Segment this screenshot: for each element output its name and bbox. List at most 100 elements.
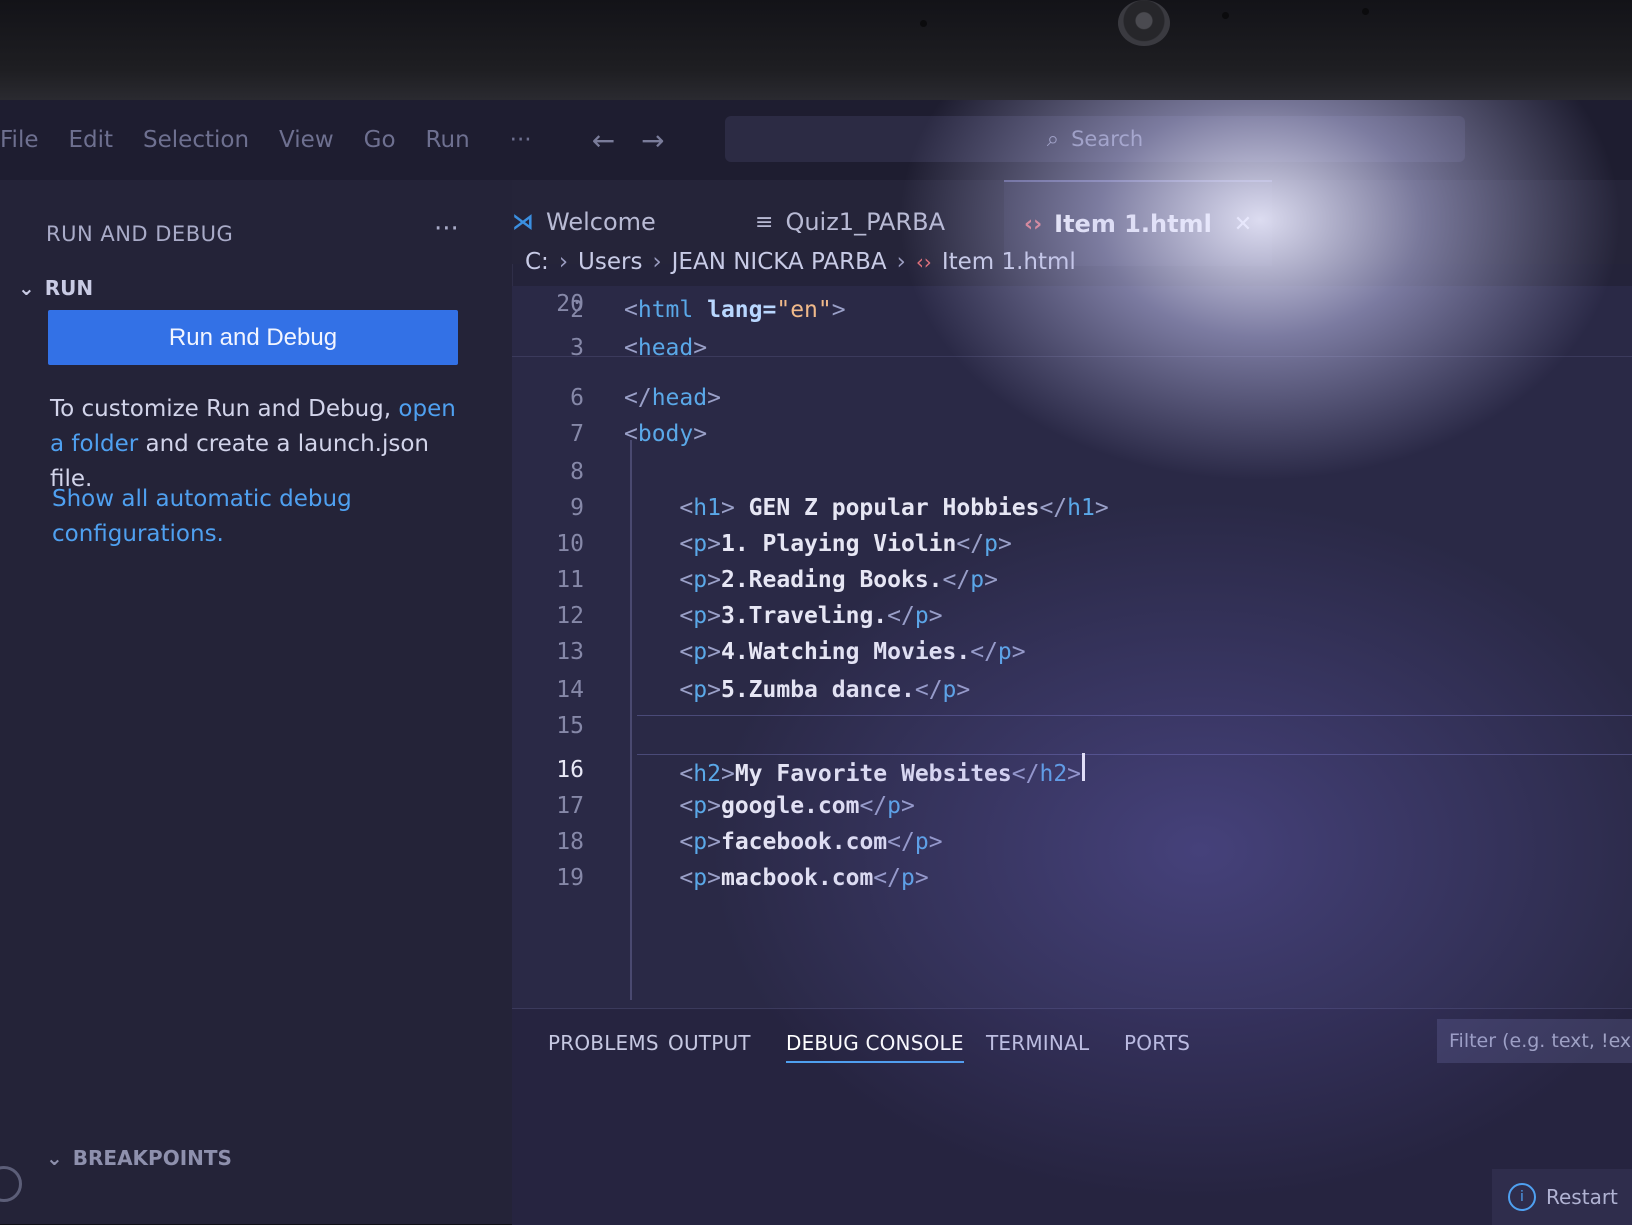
tag-bracket: > bbox=[928, 829, 943, 855]
tag-bracket: > bbox=[707, 677, 721, 703]
code-line[interactable]: 3 <head> bbox=[512, 330, 707, 366]
code-line[interactable]: 19 <p>macbook.com</p> bbox=[512, 860, 928, 896]
run-section-header[interactable]: ⌄ RUN bbox=[18, 276, 93, 300]
back-arrow-icon[interactable]: ← bbox=[592, 124, 615, 157]
tag-name: p bbox=[693, 567, 708, 593]
line-number: 20 bbox=[556, 291, 584, 317]
tag-bracket: > bbox=[720, 761, 735, 787]
forward-arrow-icon[interactable]: → bbox=[641, 124, 664, 157]
tag-bracket: </ bbox=[873, 865, 901, 891]
tag-bracket: > bbox=[956, 677, 971, 703]
code-line[interactable]: 10 <p>1. Playing Violin</p> bbox=[512, 526, 1012, 562]
tag-bracket: </ bbox=[624, 385, 652, 411]
menu-more-icon[interactable]: ··· bbox=[510, 127, 532, 153]
code-line[interactable]: 15 bbox=[512, 708, 624, 744]
tag-bracket: </ bbox=[859, 793, 888, 819]
text-file-icon: ≡ bbox=[755, 209, 774, 235]
debug-console-filter-input[interactable]: Filter (e.g. text, !ex bbox=[1437, 1019, 1632, 1063]
sidebar-more-icon[interactable]: ··· bbox=[434, 214, 459, 244]
breadcrumb-user-folder[interactable]: JEAN NICKA PARBA bbox=[672, 249, 887, 275]
menu-view[interactable]: View bbox=[279, 127, 334, 153]
breadcrumb-users[interactable]: Users bbox=[578, 249, 642, 275]
tag-bracket: </ bbox=[914, 677, 943, 703]
show-debug-configurations-link[interactable]: Show all automatic debug configurations. bbox=[52, 482, 452, 552]
panel-tab-ports[interactable]: PORTS bbox=[1124, 1031, 1190, 1055]
tag-bracket: < bbox=[679, 829, 694, 855]
code-line[interactable]: 8 bbox=[512, 454, 624, 490]
code-line[interactable]: 6 </head> bbox=[512, 380, 721, 416]
breakpoints-label: BREAKPOINTS bbox=[72, 1146, 232, 1170]
code-editor[interactable]: 2 <html lang="en"> 3 <head> 6 </head> 7 <body> 8… bbox=[512, 286, 1632, 1008]
tab-label: Welcome bbox=[546, 208, 656, 236]
tag-bracket: < bbox=[679, 495, 694, 521]
breadcrumb-file[interactable]: Item 1.html bbox=[942, 249, 1076, 275]
code-text: <p>2.Reading Books.</p> bbox=[624, 567, 998, 593]
line-number: 3 bbox=[570, 335, 584, 361]
tag-bracket: > bbox=[1067, 761, 1082, 787]
webcam bbox=[1118, 0, 1170, 46]
close-icon[interactable]: ✕ bbox=[1234, 212, 1252, 237]
tab-label: Quiz1_PARBA bbox=[785, 208, 945, 236]
bezel-sensor bbox=[1362, 8, 1369, 15]
breakpoints-section-header[interactable]: ⌄ BREAKPOINTS bbox=[46, 1146, 232, 1170]
element-text: 4.Watching Movies. bbox=[720, 639, 971, 665]
bezel-sensor bbox=[1222, 12, 1229, 19]
tag-name: p bbox=[914, 603, 929, 629]
tag-bracket: < bbox=[679, 567, 694, 593]
menu-selection[interactable]: Selection bbox=[143, 127, 249, 153]
menu-file[interactable]: File bbox=[0, 127, 39, 153]
menu-edit[interactable]: Edit bbox=[69, 127, 114, 153]
panel-tab-terminal[interactable]: TERMINAL bbox=[986, 1031, 1089, 1055]
tag-bracket: < bbox=[624, 335, 638, 361]
attribute-value: "en" bbox=[776, 297, 832, 323]
tag-bracket: < bbox=[679, 677, 694, 703]
tag-bracket: </ bbox=[942, 567, 971, 593]
code-line[interactable]: 13 <p>4.Watching Movies.</p> bbox=[512, 634, 1026, 670]
panel-tab-problems[interactable]: PROBLEMS bbox=[548, 1031, 659, 1055]
menu-run[interactable]: Run bbox=[426, 127, 470, 153]
command-center-search[interactable]: ⌕ Search bbox=[725, 116, 1465, 162]
element-text: 1. Playing Violin bbox=[720, 531, 957, 557]
code-text: <html lang="en"> bbox=[624, 297, 846, 323]
line-number: 11 bbox=[556, 567, 584, 593]
element-text: GEN Z popular Hobbies bbox=[734, 495, 1040, 521]
tag-name: p bbox=[693, 829, 708, 855]
tag-name: p bbox=[693, 531, 708, 557]
code-line[interactable]: 16 <h2>My Favorite Websites</h2> bbox=[512, 752, 1086, 788]
code-line[interactable]: 18 <p>facebook.com</p> bbox=[512, 824, 943, 860]
tag-bracket: > bbox=[901, 793, 915, 819]
breadcrumb-drive[interactable]: C: bbox=[525, 249, 549, 275]
tag-bracket: > bbox=[693, 421, 708, 447]
laptop-bezel bbox=[0, 0, 1632, 100]
line-number: 16 bbox=[556, 757, 584, 783]
code-line[interactable]: 9 <h1> GEN Z popular Hobbies</h1> bbox=[512, 490, 1109, 526]
chevron-down-icon: ⌄ bbox=[18, 276, 35, 300]
tag-name: p bbox=[997, 639, 1012, 665]
menu-go[interactable]: Go bbox=[364, 127, 396, 153]
code-line[interactable]: 12 <p>3.Traveling.</p> bbox=[512, 598, 942, 634]
tag-bracket: > bbox=[693, 335, 708, 361]
code-line[interactable]: 20 bbox=[512, 286, 624, 322]
tag-name: p bbox=[942, 677, 957, 703]
tag-name: h1 bbox=[693, 495, 721, 521]
search-icon: ⌕ bbox=[1046, 126, 1060, 152]
run-and-debug-button[interactable]: Run and Debug bbox=[48, 310, 458, 365]
code-line[interactable]: 7 <body> bbox=[512, 416, 707, 452]
panel-tab-debug-console[interactable]: DEBUG CONSOLE bbox=[786, 1031, 964, 1063]
code-line[interactable]: 14 <p>5.Zumba dance.</p> bbox=[512, 672, 970, 708]
tag-name: head bbox=[637, 335, 694, 361]
tag-bracket: > bbox=[1011, 639, 1026, 665]
search-placeholder: Search bbox=[1071, 127, 1144, 151]
code-line[interactable]: 11 <p>2.Reading Books.</p> bbox=[512, 562, 998, 598]
tag-bracket: > bbox=[707, 793, 721, 819]
tag-bracket: < bbox=[679, 531, 694, 557]
tag-bracket: > bbox=[707, 829, 721, 855]
panel-tab-output[interactable]: OUTPUT bbox=[668, 1031, 751, 1055]
code-text: <p>1. Playing Violin</p> bbox=[624, 531, 1011, 557]
tag-bracket: </ bbox=[970, 639, 998, 665]
restart-notification[interactable]: i Restart bbox=[1492, 1169, 1632, 1225]
code-line[interactable]: 17 <p>google.com</p> bbox=[512, 788, 915, 824]
